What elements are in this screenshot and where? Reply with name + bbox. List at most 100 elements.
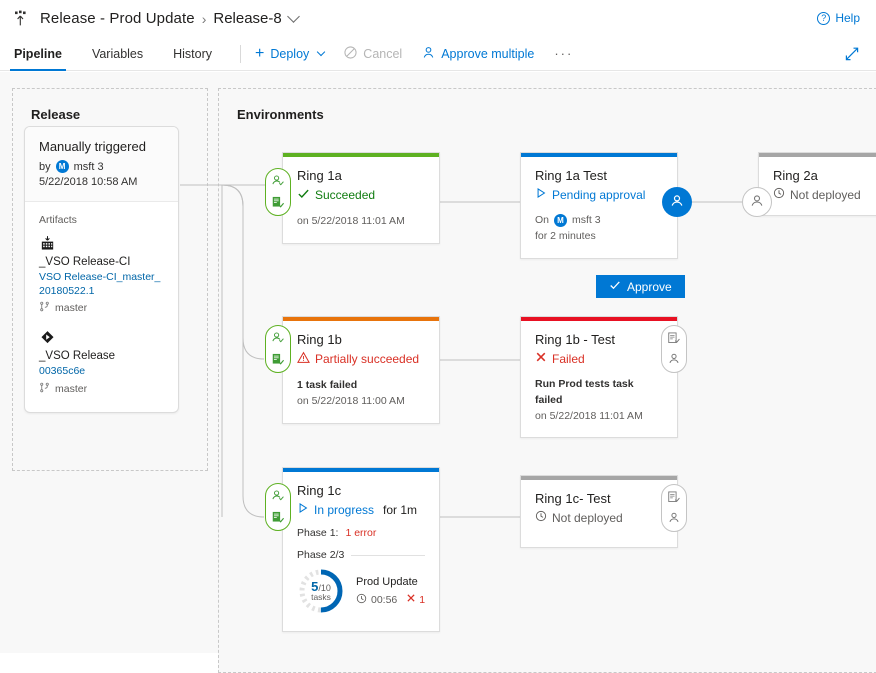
status-label: Partially succeeded xyxy=(315,352,419,366)
ring-1c-test-post-deploy-gate[interactable] xyxy=(661,484,687,532)
environment-timestamp: on 5/22/2018 11:01 AM xyxy=(297,215,405,227)
ring-1b-pre-deploy-gate[interactable] xyxy=(265,325,291,373)
job-metrics: 00:56 1 xyxy=(356,593,425,607)
approval-on-prefix: On xyxy=(535,213,549,229)
person-icon xyxy=(749,193,765,212)
job-duration: 00:56 xyxy=(356,593,397,607)
person-check-icon xyxy=(271,174,285,191)
tab-pipeline[interactable]: Pipeline xyxy=(12,37,64,71)
warning-triangle-icon xyxy=(297,351,310,367)
avatar: M xyxy=(554,214,567,227)
cancel-circle-icon xyxy=(344,46,357,61)
phase-divider xyxy=(351,555,425,556)
status-badge: Succeeded xyxy=(297,187,425,203)
environment-name: Ring 1b xyxy=(297,332,425,347)
clock-icon xyxy=(535,510,547,525)
task-progress-label: 5/10 tasks xyxy=(297,567,345,615)
ring-1a-pre-deploy-gate[interactable] xyxy=(265,168,291,216)
release-user: msft 3 xyxy=(74,161,104,173)
status-duration: for 1m xyxy=(383,503,417,517)
gate-check-icon xyxy=(271,352,285,369)
status-badge[interactable]: Pending approval xyxy=(535,187,663,202)
avatar: M xyxy=(56,160,69,173)
status-badge: Not deployed xyxy=(535,510,663,525)
environment-subtext: On M msft 3 for 2 minutes xyxy=(535,213,663,245)
help-link[interactable]: ? Help xyxy=(817,11,860,25)
gate-icon xyxy=(667,331,681,348)
tab-history[interactable]: History xyxy=(171,37,214,71)
artifact-version[interactable]: VSO Release-CI_master_20180522.1 xyxy=(39,270,164,298)
environment-card-ring-1a-test[interactable]: Ring 1a Test Pending approval On M msft … xyxy=(520,152,678,259)
artifact-version[interactable]: 00365c6e xyxy=(39,364,164,378)
tasks-unit-label: tasks xyxy=(311,593,331,602)
environment-card-ring-1c[interactable]: Ring 1c In progress for 1m Phase 1: 1 er… xyxy=(282,467,440,632)
environments-pane-title: Environments xyxy=(219,89,876,122)
artifact-branch-label: master xyxy=(55,302,87,314)
artifacts-label: Artifacts xyxy=(39,214,164,226)
approve-multiple-button[interactable]: Approve multiple xyxy=(422,46,534,61)
phase-1-error: 1 error xyxy=(345,527,376,539)
status-label: Failed xyxy=(552,352,585,366)
ring-1b-test-post-deploy-gate[interactable] xyxy=(661,325,687,373)
job-failure-count: 1 xyxy=(419,594,425,606)
environment-card-body: Ring 1b - Test Failed Run Prod tests tas… xyxy=(521,321,677,437)
release-trigger: Manually triggered xyxy=(39,139,164,154)
release-card-header: Manually triggered by M msft 3 5/22/2018… xyxy=(25,127,178,202)
more-ellipsis-icon[interactable]: ··· xyxy=(554,46,573,61)
breadcrumb-root[interactable]: Release - Prod Update xyxy=(40,10,195,27)
tasks-completed: 5/10 xyxy=(311,580,331,594)
command-bar: Pipeline Variables History + Deploy Canc… xyxy=(0,37,876,71)
gate-check-icon xyxy=(271,510,285,527)
job-duration-value: 00:56 xyxy=(371,594,397,606)
chevron-down-icon xyxy=(317,47,325,55)
person-check-icon xyxy=(271,489,285,506)
full-screen-icon[interactable] xyxy=(844,46,860,62)
artifact-name: _VSO Release xyxy=(39,350,164,362)
approve-label: Approve xyxy=(627,280,672,294)
environment-name: Ring 1c xyxy=(297,483,425,498)
tab-variables[interactable]: Variables xyxy=(90,37,145,71)
environment-card-ring-1b-test[interactable]: Ring 1b - Test Failed Run Prod tests tas… xyxy=(520,316,678,438)
job-failures: 1 xyxy=(406,593,425,606)
approval-duration: for 2 minutes xyxy=(535,229,663,245)
help-label: Help xyxy=(835,11,860,25)
breadcrumb-separator: › xyxy=(202,11,207,27)
chevron-down-icon[interactable] xyxy=(287,10,300,23)
clock-icon xyxy=(773,187,785,202)
artifact-item[interactable]: _VSO Release-CI VSO Release-CI_master_20… xyxy=(39,235,164,315)
environment-card-ring-2a[interactable]: Ring 2a Not deployed xyxy=(758,152,876,216)
gate-check-icon xyxy=(271,195,285,212)
artifact-branch-label: master xyxy=(55,383,87,395)
artifact-item[interactable]: _VSO Release 00365c6e master xyxy=(39,329,164,395)
ring-1a-test-post-approval-badge[interactable] xyxy=(662,187,692,217)
status-label: Not deployed xyxy=(552,511,623,525)
tasks-total-value: /10 xyxy=(318,583,331,593)
tab-history-label: History xyxy=(173,47,212,61)
page-header: Release - Prod Update › Release-8 ? Help xyxy=(0,0,876,37)
cancel-button[interactable]: Cancel xyxy=(344,46,402,61)
plus-icon: + xyxy=(255,46,264,62)
release-by-prefix: by xyxy=(39,161,51,173)
build-artifact-icon xyxy=(39,235,56,252)
ring-2a-pre-approval-badge[interactable] xyxy=(742,187,772,217)
approve-button[interactable]: Approve xyxy=(596,275,685,298)
status-label: In progress xyxy=(314,503,374,517)
x-icon xyxy=(406,593,416,606)
deploy-label: Deploy xyxy=(270,47,309,61)
environment-card-body: Ring 2a Not deployed xyxy=(759,157,876,215)
environment-card-ring-1c-test[interactable]: Ring 1c- Test Not deployed xyxy=(520,475,678,548)
ring-1c-pre-deploy-gate[interactable] xyxy=(265,483,291,531)
phase-progress: 5/10 tasks Prod Update xyxy=(297,567,425,615)
approval-user: msft 3 xyxy=(572,213,601,229)
environment-name: Ring 1b - Test xyxy=(535,332,663,347)
release-card[interactable]: Manually triggered by M msft 3 5/22/2018… xyxy=(24,126,179,413)
environment-card-ring-1a[interactable]: Ring 1a Succeeded on 5/22/2018 11:01 AM xyxy=(282,152,440,244)
pipeline-canvas: Release Manually triggered by M msft 3 5… xyxy=(0,72,876,653)
environment-name: Ring 2a xyxy=(773,168,876,183)
deploy-button[interactable]: + Deploy xyxy=(255,46,324,62)
toolbar-divider xyxy=(240,45,241,63)
environment-card-ring-1b[interactable]: Ring 1b Partially succeeded 1 task faile… xyxy=(282,316,440,424)
job-name: Prod Update xyxy=(356,576,425,588)
release-author: by M msft 3 xyxy=(39,160,164,173)
environment-card-body: Ring 1c In progress for 1m Phase 1: 1 er… xyxy=(283,472,439,631)
